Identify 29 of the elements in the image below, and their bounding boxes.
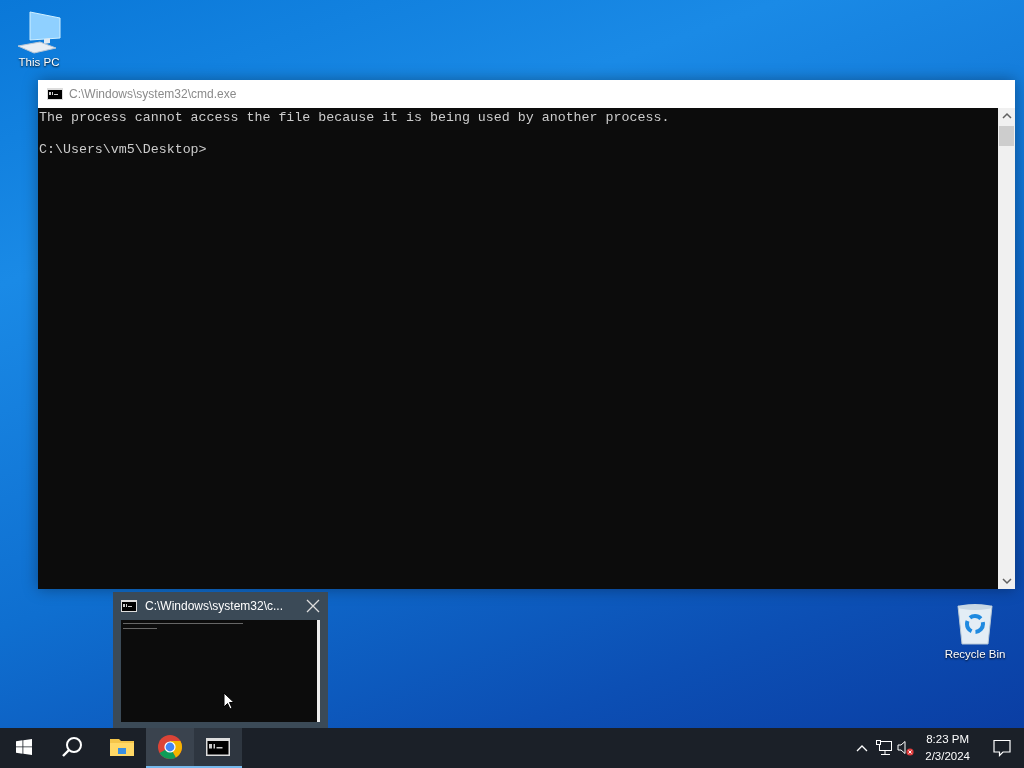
chrome-icon[interactable] [157, 734, 183, 760]
notification-icon [993, 739, 1011, 757]
windows-logo-icon [16, 739, 32, 755]
scrollbar[interactable] [998, 108, 1015, 589]
computer-icon [16, 10, 62, 54]
close-icon[interactable] [306, 599, 320, 613]
icon-label[interactable]: Recycle Bin [944, 648, 1006, 660]
folder-icon[interactable] [110, 737, 134, 757]
clock-date: 2/3/2024 [925, 749, 970, 764]
icon-label[interactable]: This PC [18, 56, 60, 68]
taskbar-app-button[interactable] [194, 728, 242, 768]
console-line: The process cannot access the file because it is being used by another process. [39, 110, 671, 126]
window-thumbnail[interactable] [121, 620, 320, 722]
taskbar-app-button[interactable] [146, 728, 194, 768]
search-icon [61, 736, 83, 758]
console-icon [121, 600, 137, 612]
mouse-cursor-icon [223, 692, 235, 710]
clock[interactable]: 8:23 PM 2/3/2024 [917, 731, 980, 765]
preview-title: C:\Windows\system32\c... [145, 599, 285, 613]
network-icon[interactable] [875, 740, 894, 756]
recycle-bin-icon [955, 602, 995, 646]
window-title: C:\Windows\system32\cmd.exe [69, 87, 237, 101]
clock-time: 8:23 PM [926, 732, 970, 747]
console-icon [206, 738, 230, 756]
chevron-up-icon [856, 744, 869, 752]
scroll-thumb[interactable] [999, 126, 1014, 146]
console-line: C:\Users\vm5\Desktop> [39, 142, 208, 158]
console-icon [47, 88, 63, 100]
muted-speaker-icon[interactable] [897, 740, 916, 756]
